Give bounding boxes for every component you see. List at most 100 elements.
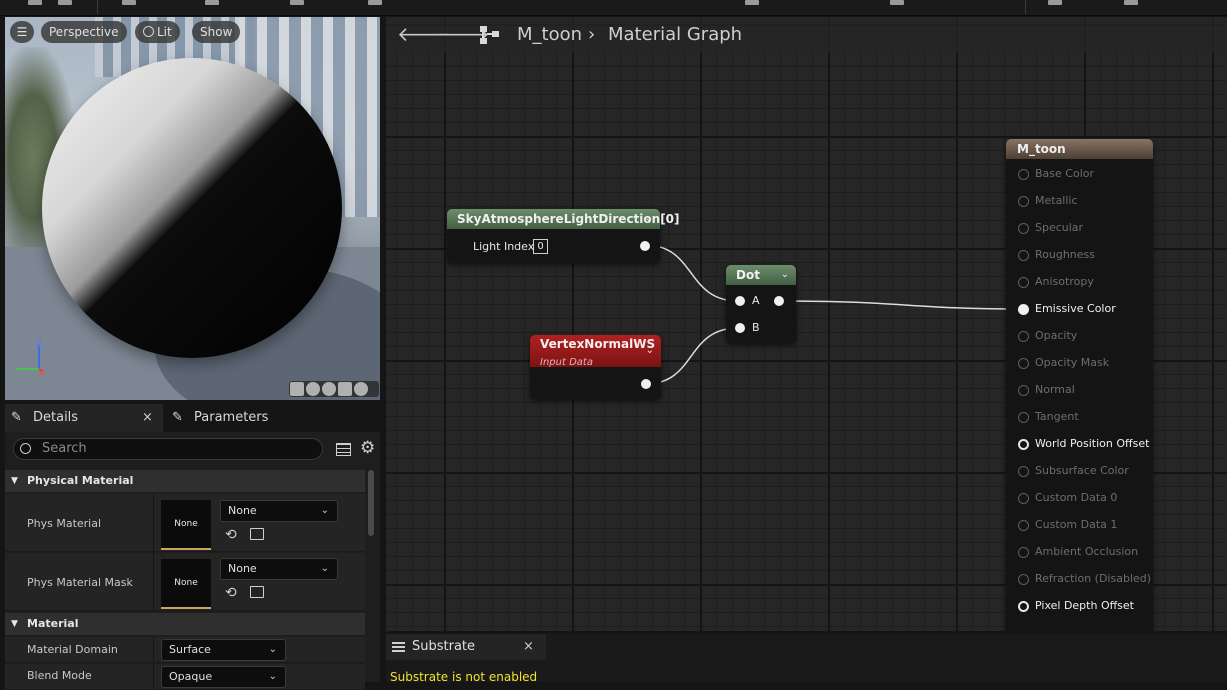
- tab-substrate[interactable]: Substrate ×: [386, 634, 546, 660]
- result-input-pin[interactable]: [1018, 493, 1029, 504]
- sky-output-pin[interactable]: [640, 241, 650, 251]
- dot-input-a-pin[interactable]: [735, 296, 745, 306]
- browse-folder-icon[interactable]: [250, 586, 264, 598]
- result-node-header: M_toon: [1006, 139, 1153, 159]
- viewport-menu-button[interactable]: ☰: [10, 21, 34, 43]
- vertex-normal-node[interactable]: VertexNormalWS Input Data ⌄: [530, 335, 661, 399]
- toolbar-divider: [1025, 0, 1026, 14]
- tab-parameters-label: Parameters: [194, 410, 269, 425]
- details-panel: ✎ Details × ✎ Parameters Search ⚙ ▼ Phys…: [5, 404, 380, 690]
- light-index-input[interactable]: 0: [533, 239, 548, 254]
- column-divider: [153, 553, 154, 610]
- result-input-pin[interactable]: [1018, 547, 1029, 558]
- result-input-pin[interactable]: [1018, 304, 1029, 315]
- column-divider: [153, 494, 154, 551]
- search-icon[interactable]: [205, 0, 219, 5]
- list-icon: [392, 642, 405, 652]
- dot-output-pin[interactable]: [774, 296, 784, 306]
- result-input-pin[interactable]: [1018, 196, 1029, 207]
- reset-arrow-icon[interactable]: ⟲: [225, 527, 237, 543]
- sphere-icon[interactable]: [306, 382, 320, 396]
- result-input-pin[interactable]: [1018, 169, 1029, 180]
- preview-icon[interactable]: [745, 0, 759, 5]
- save-icon[interactable]: [28, 0, 42, 5]
- perspective-button[interactable]: Perspective: [41, 21, 127, 43]
- home-icon[interactable]: [290, 0, 304, 5]
- tab-details[interactable]: ✎ Details ×: [5, 404, 163, 432]
- result-input-pin[interactable]: [1018, 601, 1029, 612]
- preview-shape-bar[interactable]: [289, 381, 379, 397]
- result-input-pin[interactable]: [1018, 331, 1029, 342]
- axis-gizmo-icon: [15, 345, 44, 372]
- browse-icon[interactable]: [58, 0, 72, 5]
- section-title: Material: [27, 617, 79, 630]
- result-input-label: Ambient Occlusion: [1035, 545, 1139, 558]
- phys-material-label: Phys Material: [27, 517, 102, 530]
- stats-icon[interactable]: [368, 0, 382, 5]
- result-input-pin[interactable]: [1018, 358, 1029, 369]
- column-divider: [153, 637, 154, 662]
- section-physical-material[interactable]: ▼ Physical Material: [5, 470, 365, 492]
- blend-mode-label: Blend Mode: [27, 669, 92, 682]
- result-input-label: Pixel Depth Offset: [1035, 599, 1134, 612]
- hlsl-icon[interactable]: [1048, 0, 1062, 5]
- chevron-down-icon[interactable]: ⌄: [646, 342, 654, 359]
- platform-icon[interactable]: [1124, 0, 1138, 5]
- show-button[interactable]: Show: [192, 21, 241, 43]
- result-input-label: World Position Offset: [1035, 437, 1150, 450]
- material-domain-label: Material Domain: [27, 643, 118, 656]
- blend-mode-dropdown[interactable]: Opaque ⌄: [161, 666, 286, 688]
- sky-node-header: SkyAtmosphereLightDirection[0] ⌄: [447, 209, 680, 229]
- dot-input-b-pin[interactable]: [735, 323, 745, 333]
- phys-material-thumbnail[interactable]: None: [161, 500, 211, 550]
- reset-arrow-icon[interactable]: ⟲: [225, 585, 237, 601]
- lit-button[interactable]: Lit: [135, 21, 180, 43]
- sky-atmosphere-node[interactable]: SkyAtmosphereLightDirection[0] ⌄ Light I…: [447, 209, 680, 263]
- table-view-icon[interactable]: [336, 443, 351, 456]
- result-input-label: Opacity Mask: [1035, 356, 1110, 369]
- browse-folder-icon[interactable]: [250, 528, 264, 540]
- parameters-icon: ✎: [172, 410, 183, 425]
- result-input-label: Custom Data 1: [1035, 518, 1118, 531]
- chevron-down-icon[interactable]: ⌄: [781, 265, 789, 285]
- result-input-label: Specular: [1035, 221, 1084, 234]
- result-input-pin[interactable]: [1018, 466, 1029, 477]
- result-input-pin[interactable]: [1018, 520, 1029, 531]
- result-input-label: Refraction (Disabled): [1035, 572, 1152, 585]
- tab-parameters[interactable]: ✎ Parameters: [167, 404, 297, 432]
- result-input-pin[interactable]: [1018, 385, 1029, 396]
- section-material[interactable]: ▼ Material: [5, 613, 365, 635]
- search-input[interactable]: Search: [13, 438, 323, 460]
- settings-icon[interactable]: ⚙: [360, 438, 375, 458]
- phys-material-dropdown[interactable]: None ⌄: [220, 500, 338, 522]
- dot-node[interactable]: Dot ⌄ A B: [726, 265, 796, 343]
- result-input-pin[interactable]: [1018, 277, 1029, 288]
- cube-icon[interactable]: [338, 382, 352, 396]
- cylinder-icon[interactable]: [290, 382, 304, 396]
- result-input-pin[interactable]: [1018, 223, 1029, 234]
- result-input-pin[interactable]: [1018, 439, 1029, 450]
- axis-z-label: Z: [36, 339, 43, 350]
- chevron-down-icon[interactable]: ⌄: [645, 209, 653, 229]
- result-input-label: Emissive Color: [1035, 302, 1116, 315]
- material-result-node[interactable]: M_toon Base Color Metallic Specular Roughne…: [1006, 139, 1153, 631]
- preview-viewport[interactable]: ☰ Perspective Lit Show Z X: [5, 17, 380, 400]
- result-input-pin[interactable]: [1018, 574, 1029, 585]
- result-input-pin[interactable]: [1018, 250, 1029, 261]
- phys-mask-dropdown[interactable]: None ⌄: [220, 558, 338, 580]
- main-toolbar: [0, 0, 1227, 16]
- search-placeholder: Search: [42, 441, 87, 456]
- close-icon[interactable]: ×: [142, 404, 153, 432]
- teapot-icon[interactable]: [354, 382, 368, 396]
- vertex-output-pin[interactable]: [641, 379, 651, 389]
- live-icon[interactable]: [890, 0, 904, 5]
- close-icon[interactable]: ×: [523, 634, 534, 660]
- plane-icon[interactable]: [322, 382, 336, 396]
- phys-mask-thumbnail[interactable]: None: [161, 559, 211, 609]
- material-graph-canvas[interactable]: 🡐 🡒 M_toon › Material Graph SkyAtmospher…: [386, 17, 1227, 631]
- apply-icon[interactable]: [122, 0, 136, 5]
- material-domain-dropdown[interactable]: Surface ⌄: [161, 639, 286, 661]
- details-scrollbar[interactable]: [368, 470, 374, 536]
- result-input-pin[interactable]: [1018, 412, 1029, 423]
- axis-x-label: X: [38, 369, 45, 380]
